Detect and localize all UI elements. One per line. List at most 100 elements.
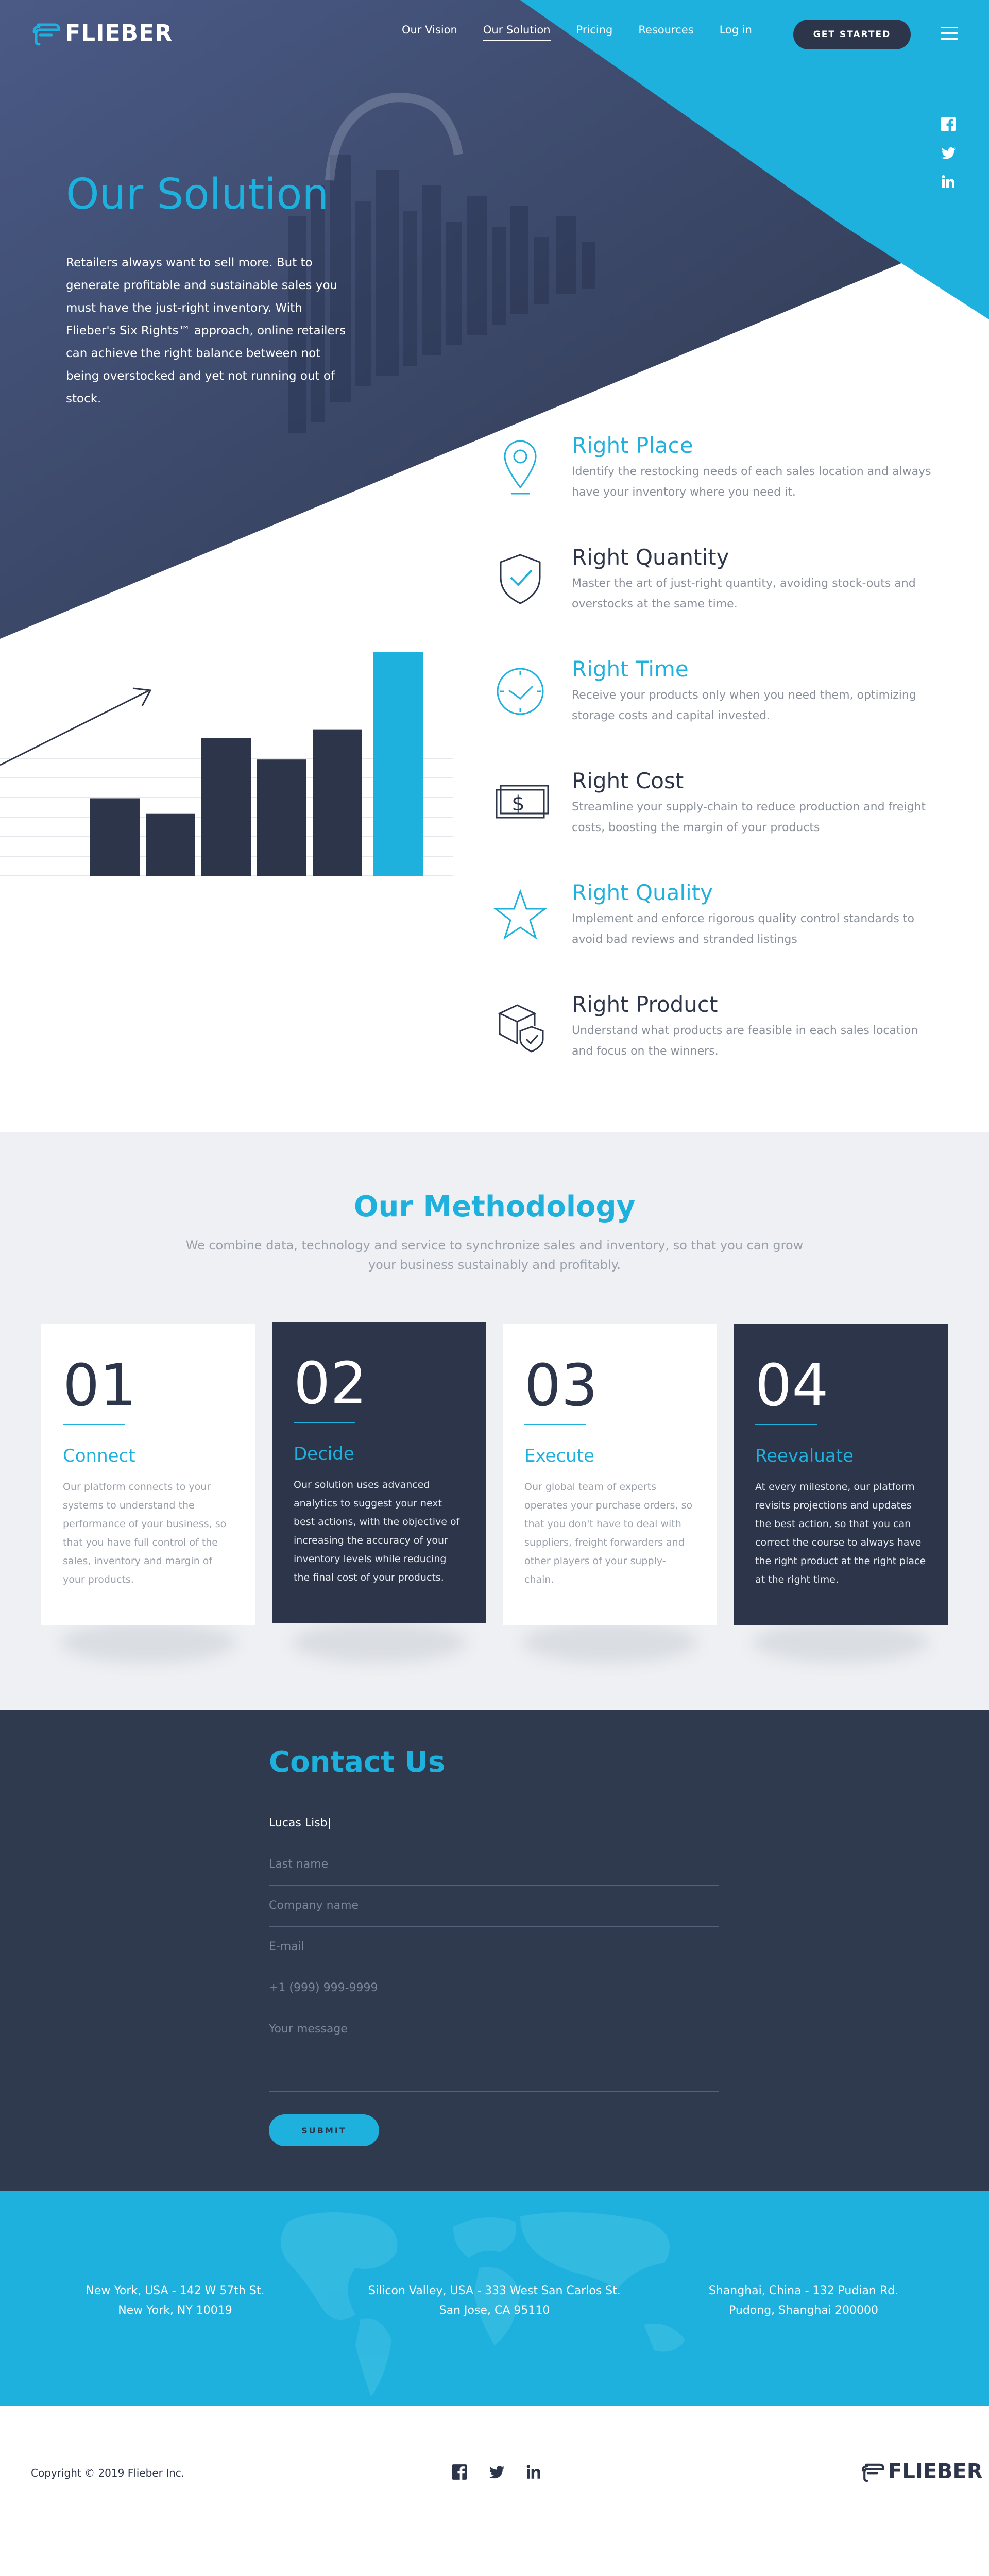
feature-description: Understand what products are feasible in…: [572, 1024, 918, 1058]
trend-arrow-icon: [0, 687, 152, 766]
nav-link-pricing[interactable]: Pricing: [576, 24, 613, 41]
footer-logo-text: FLIEBER: [888, 2460, 983, 2483]
inventory-bar-chart: [0, 652, 453, 876]
step-number: 03: [524, 1352, 598, 1419]
chart-bar: [146, 813, 195, 876]
full-name-field[interactable]: Lucas Lisb|: [269, 1803, 719, 1844]
feature-right-place: Right Place Identify the restocking need…: [489, 433, 932, 545]
feature-title: Right Place: [572, 433, 693, 458]
step-card-connect: 01 Connect Our platform connects to your…: [41, 1324, 255, 1625]
feature-title: Right Cost: [572, 768, 684, 793]
last-name-field[interactable]: Last name: [269, 1844, 719, 1886]
step-divider: [294, 1422, 355, 1423]
linkedin-icon[interactable]: [941, 174, 956, 190]
feature-right-quality: Right Quality Implement and enforce rigo…: [489, 880, 932, 992]
feature-title: Right Quality: [572, 880, 713, 905]
field-placeholder: +1 (999) 999-9999: [269, 1981, 378, 1994]
field-placeholder: Last name: [269, 1858, 329, 1871]
field-placeholder: Company name: [269, 1899, 359, 1912]
feature-description: Receive your products only when you need…: [572, 689, 916, 722]
offices-section: New York, USA - 142 W 57th St. New York,…: [0, 2191, 989, 2406]
chart-bar: [313, 729, 362, 876]
office-address-line: Shanghai, China - 132 Pudian Rd.: [708, 2284, 899, 2297]
hero-description: Retailers always want to sell more. But …: [66, 256, 346, 405]
email-field[interactable]: E-mail: [269, 1927, 719, 1968]
message-field[interactable]: Your message: [269, 2009, 719, 2092]
step-divider: [524, 1424, 586, 1425]
footer-social-links: [451, 2464, 542, 2480]
social-sidebar: [941, 116, 958, 203]
nav-link-resources[interactable]: Resources: [638, 24, 693, 41]
feature-title: Right Quantity: [572, 545, 729, 570]
page-title: Our Solution: [66, 170, 329, 219]
field-value: Lucas Lisb|: [269, 1817, 332, 1829]
chart-bar: [257, 759, 306, 876]
nav-link-our-solution[interactable]: Our Solution: [483, 24, 551, 41]
feature-right-product: Right Product Understand what products a…: [489, 992, 932, 1104]
hero-section: FLIEBER Our Vision Our Solution Pricing …: [0, 0, 989, 1133]
office-shanghai: Shanghai, China - 132 Pudian Rd. Pudong,…: [670, 2281, 937, 2320]
step-divider: [755, 1424, 817, 1425]
flieber-logo-icon: [861, 2463, 884, 2482]
shield-check-icon: [500, 554, 541, 604]
office-address-line: San Jose, CA 95110: [439, 2304, 550, 2317]
step-number: 04: [755, 1352, 829, 1419]
footer-logo[interactable]: FLIEBER: [860, 2460, 983, 2483]
office-address-line: Silicon Valley, USA - 333 West San Carlo…: [368, 2284, 621, 2297]
step-text: Our global team of experts operates your…: [524, 1481, 693, 1585]
step-card-reevaluate: 04 Reevaluate At every milestone, our pl…: [734, 1324, 948, 1625]
page: FLIEBER Our Vision Our Solution Pricing …: [0, 0, 989, 2576]
step-title: Decide: [294, 1444, 354, 1464]
step-divider: [63, 1424, 125, 1425]
feature-title: Right Product: [572, 992, 718, 1017]
logo-text: FLIEBER: [65, 20, 173, 46]
chart-bar: [90, 798, 140, 876]
twitter-icon[interactable]: [941, 145, 956, 161]
feature-description: Identify the restocking needs of each sa…: [572, 465, 931, 499]
field-placeholder: E-mail: [269, 1940, 304, 1953]
methodology-section: Our Methodology We combine data, technol…: [0, 1132, 989, 1710]
step-text: Our solution uses advanced analytics to …: [294, 1479, 460, 1583]
dollar-bill-icon: $: [496, 785, 549, 819]
office-address-line: New York, NY 10019: [118, 2304, 232, 2317]
six-rights-list: Right Place Identify the restocking need…: [489, 433, 932, 1104]
step-number: 01: [63, 1352, 137, 1419]
card-shadow: [522, 1622, 697, 1663]
company-name-field[interactable]: Company name: [269, 1886, 719, 1927]
step-card-execute: 03 Execute Our global team of experts op…: [503, 1324, 717, 1625]
hamburger-icon[interactable]: [941, 27, 958, 40]
twitter-icon[interactable]: [488, 2464, 505, 2480]
logo[interactable]: FLIEBER: [31, 20, 173, 46]
feature-description: Implement and enforce rigorous quality c…: [572, 912, 914, 946]
feature-right-quantity: Right Quantity Master the art of just-ri…: [489, 545, 932, 656]
location-pin-icon: [504, 440, 537, 495]
submit-button[interactable]: SUBMIT: [269, 2114, 379, 2146]
facebook-icon[interactable]: [941, 116, 956, 132]
step-title: Execute: [524, 1446, 594, 1466]
phone-field[interactable]: +1 (999) 999-9999: [269, 1968, 719, 2009]
feature-description: Master the art of just-right quantity, a…: [572, 577, 916, 611]
office-new-york: New York, USA - 142 W 57th St. New York,…: [41, 2281, 309, 2320]
contact-title: Contact Us: [269, 1745, 446, 1779]
step-title: Reevaluate: [755, 1446, 854, 1466]
feature-right-time: Right Time Receive your products only wh…: [489, 656, 932, 768]
get-started-button[interactable]: GET STARTED: [793, 20, 911, 49]
office-address-line: Pudong, Shanghai 200000: [729, 2304, 878, 2317]
linkedin-icon[interactable]: [525, 2464, 542, 2480]
nav-link-our-vision[interactable]: Our Vision: [402, 24, 457, 41]
step-number: 02: [294, 1350, 367, 1417]
svg-text:$: $: [511, 792, 524, 816]
box-check-icon: [498, 1004, 544, 1053]
step-text: Our platform connects to your systems to…: [63, 1481, 227, 1585]
step-title: Connect: [63, 1446, 135, 1466]
section-title: Our Methodology: [353, 1190, 636, 1224]
nav-link-login[interactable]: Log in: [720, 24, 752, 41]
card-shadow: [61, 1622, 236, 1663]
footer: Copyright © 2019 Flieber Inc. FLIEBER: [0, 2406, 989, 2576]
step-text: At every milestone, our platform revisit…: [755, 1481, 926, 1585]
contact-section: Contact Us Lucas Lisb| Last name Company…: [0, 1710, 989, 2191]
flieber-logo-icon: [32, 23, 60, 46]
office-address-line: New York, USA - 142 W 57th St.: [86, 2284, 265, 2297]
feature-description: Streamline your supply-chain to reduce p…: [572, 801, 926, 834]
facebook-icon[interactable]: [451, 2464, 468, 2480]
